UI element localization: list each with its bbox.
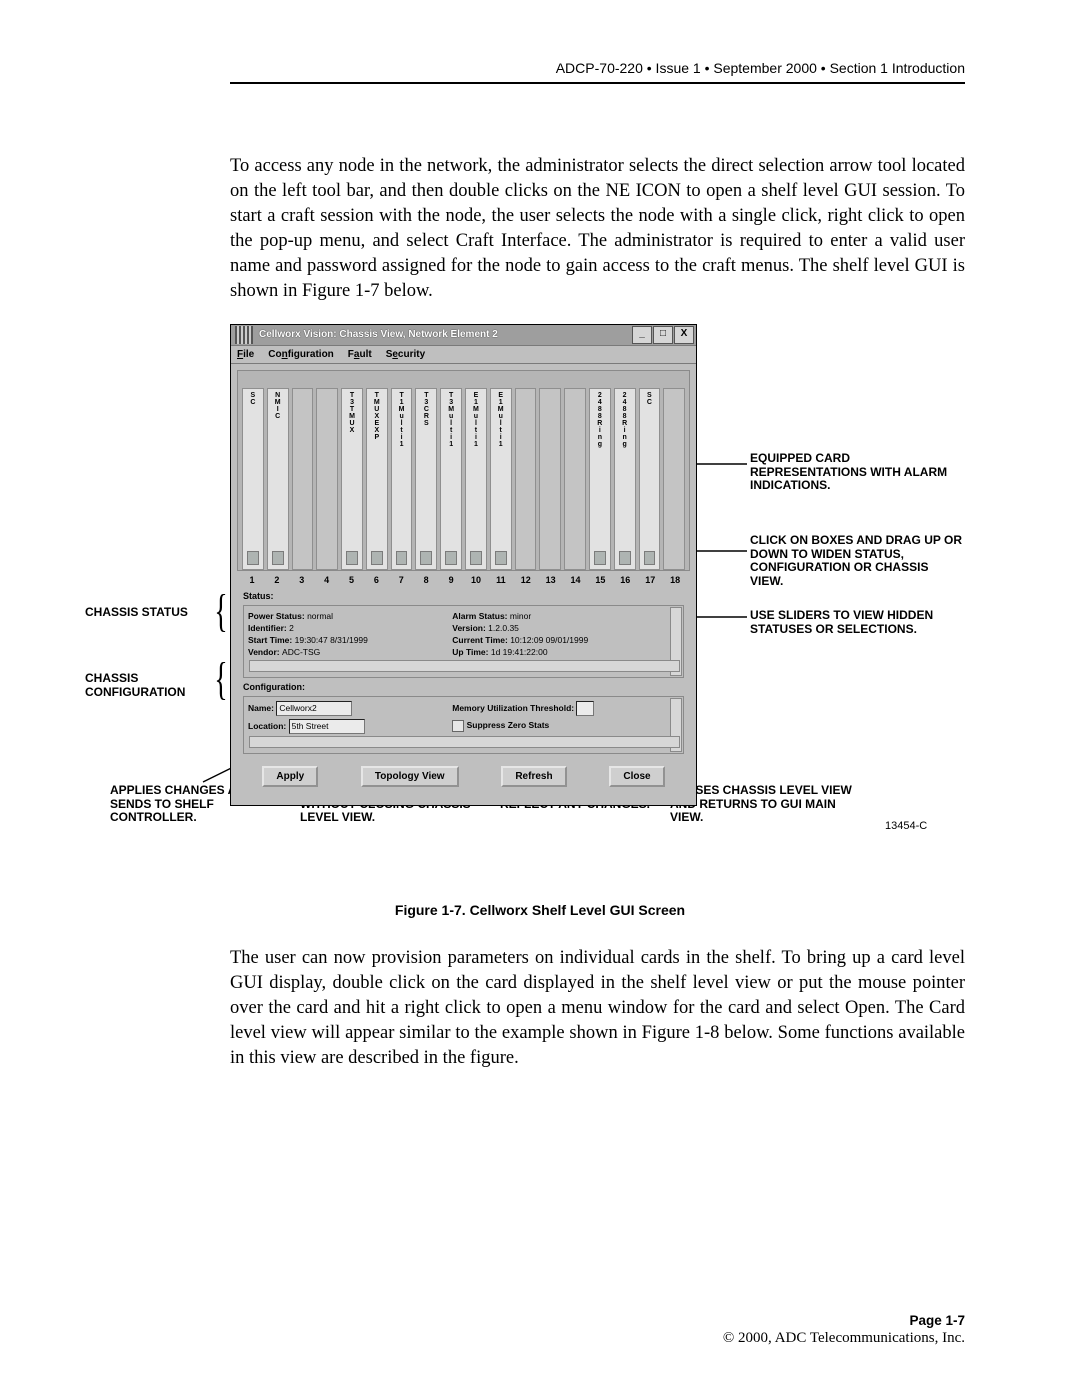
- menu-file[interactable]: File: [237, 349, 254, 360]
- mem-threshold-input[interactable]: [576, 701, 594, 716]
- card-slot-1[interactable]: S C: [242, 388, 264, 570]
- page-header: ADCP-70-220 • Issue 1 • September 2000 •…: [230, 60, 965, 84]
- paragraph-2: The user can now provision parameters on…: [230, 946, 965, 1071]
- ann-equipped: EQUIPPED CARD REPRESENTATIONS WITH ALARM…: [750, 452, 950, 493]
- config-pane: Name: Cellworx2 Location: 5th Street Mem…: [243, 696, 684, 754]
- minimize-button[interactable]: _: [632, 326, 652, 344]
- close-button[interactable]: Close: [609, 766, 664, 787]
- figure-1-7: CHASSIS STATUS { CHASSIS CONFIGURATION {…: [115, 324, 985, 884]
- name-input[interactable]: Cellworx2: [276, 701, 352, 716]
- card-slot-7[interactable]: T 1 M u l t i 1: [391, 388, 413, 570]
- card-slot-16[interactable]: 2 4 8 8 R i n g: [614, 388, 636, 570]
- ann-close: CLOSES CHASSIS LEVEL VIEW AND RETURNS TO…: [670, 784, 870, 825]
- card-slot-9[interactable]: T 3 M u l t i 1: [440, 388, 462, 570]
- card-slot-8[interactable]: T 3 C R S: [415, 388, 437, 570]
- card-slot-5[interactable]: T 3 T M U X: [341, 388, 363, 570]
- refresh-button[interactable]: Refresh: [501, 766, 566, 787]
- menu-configuration[interactable]: Configuration: [268, 349, 334, 360]
- card-slot-3[interactable]: [292, 388, 314, 570]
- config-scrollbar-h[interactable]: [249, 736, 680, 748]
- card-slot-2[interactable]: N M I C: [267, 388, 289, 570]
- paragraph-1: To access any node in the network, the a…: [230, 154, 965, 304]
- status-heading: Status:: [237, 589, 690, 603]
- suppress-checkbox[interactable]: [452, 720, 464, 732]
- menu-security[interactable]: Security: [386, 349, 425, 360]
- menu-fault[interactable]: Fault: [348, 349, 372, 360]
- card-slot-11[interactable]: E 1 M u l t i 1: [490, 388, 512, 570]
- card-slot-17[interactable]: S C: [639, 388, 661, 570]
- figure-id: 13454-C: [885, 820, 927, 832]
- card-slot-14[interactable]: [564, 388, 586, 570]
- button-bar: Apply Topology View Refresh Close: [237, 756, 690, 799]
- card-slot-12[interactable]: [515, 388, 537, 570]
- label-chassis-config: CHASSIS CONFIGURATION: [85, 672, 185, 700]
- gui-window: Cellworx Vision: Chassis View, Network E…: [230, 324, 697, 806]
- ann-drag: CLICK ON BOXES AND DRAG UP OR DOWN TO WI…: [750, 534, 965, 589]
- window-icon: [235, 326, 253, 344]
- card-slot-15[interactable]: 2 4 8 8 R i n g: [589, 388, 611, 570]
- maximize-button[interactable]: □: [653, 326, 673, 344]
- status-pane: Power Status: normal Identifier: 2 Start…: [243, 605, 684, 678]
- slot-numbers: 123456789101112131415161718: [237, 571, 690, 589]
- chassis-slots: S CN M I CT 3 T M U XT M U X E X PT 1 M …: [237, 370, 690, 571]
- label-chassis-status: CHASSIS STATUS: [85, 606, 188, 620]
- card-slot-10[interactable]: E 1 M u l t i 1: [465, 388, 487, 570]
- config-heading: Configuration:: [237, 680, 690, 694]
- menubar: File Configuration Fault Security: [231, 346, 696, 364]
- close-window-button[interactable]: X: [674, 326, 694, 344]
- apply-button[interactable]: Apply: [262, 766, 318, 787]
- topology-view-button[interactable]: Topology View: [361, 766, 459, 787]
- status-scrollbar-h[interactable]: [249, 660, 680, 672]
- card-slot-18[interactable]: [663, 388, 685, 570]
- card-slot-4[interactable]: [316, 388, 338, 570]
- location-input[interactable]: 5th Street: [289, 719, 365, 734]
- window-title: Cellworx Vision: Chassis View, Network E…: [257, 329, 631, 340]
- ann-sliders: USE SLIDERS TO VIEW HIDDEN STATUSES OR S…: [750, 609, 950, 637]
- page-footer: Page 1-7 © 2000, ADC Telecommunications,…: [723, 1313, 965, 1347]
- card-slot-6[interactable]: T M U X E X P: [366, 388, 388, 570]
- figure-caption: Figure 1-7. Cellworx Shelf Level GUI Scr…: [115, 902, 965, 918]
- titlebar[interactable]: Cellworx Vision: Chassis View, Network E…: [231, 325, 696, 346]
- card-slot-13[interactable]: [539, 388, 561, 570]
